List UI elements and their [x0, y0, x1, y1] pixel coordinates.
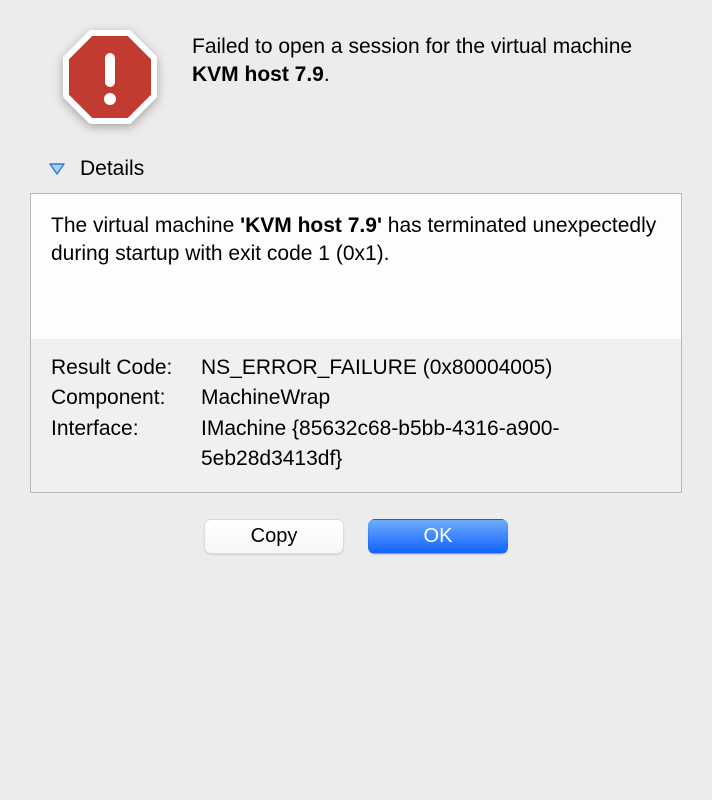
error-dialog: Failed to open a session for the virtual…: [0, 0, 712, 584]
row-interface: Interface: IMachine {85632c68-b5bb-4316-…: [51, 414, 661, 475]
disclosure-triangle-icon: [48, 160, 66, 178]
value-component: MachineWrap: [201, 383, 661, 413]
label-interface: Interface:: [51, 414, 201, 475]
copy-button[interactable]: Copy: [204, 519, 344, 554]
value-result-code: NS_ERROR_FAILURE (0x80004005): [201, 353, 661, 383]
details-toggle-label: Details: [80, 157, 144, 181]
details-table: Result Code: NS_ERROR_FAILURE (0x8000400…: [31, 339, 681, 493]
error-stop-icon: [60, 27, 160, 127]
value-interface: IMachine {85632c68-b5bb-4316-a900-5eb28d…: [201, 414, 661, 475]
title-suffix: .: [324, 63, 330, 86]
title-prefix: Failed to open a session for the virtual…: [192, 35, 632, 58]
label-component: Component:: [51, 383, 201, 413]
details-msg-machine: 'KVM host 7.9': [240, 214, 382, 237]
details-msg-prefix: The virtual machine: [51, 214, 240, 237]
details-toggle[interactable]: Details: [48, 157, 682, 181]
dialog-header: Failed to open a session for the virtual…: [30, 25, 682, 127]
dialog-title: Failed to open a session for the virtual…: [192, 25, 682, 90]
details-panel: The virtual machine 'KVM host 7.9' has t…: [30, 193, 682, 493]
row-component: Component: MachineWrap: [51, 383, 661, 413]
title-machine-name: KVM host 7.9: [192, 63, 324, 86]
button-row: Copy OK: [30, 519, 682, 554]
label-result-code: Result Code:: [51, 353, 201, 383]
row-result-code: Result Code: NS_ERROR_FAILURE (0x8000400…: [51, 353, 661, 383]
ok-button[interactable]: OK: [368, 519, 508, 554]
details-message: The virtual machine 'KVM host 7.9' has t…: [51, 212, 661, 269]
